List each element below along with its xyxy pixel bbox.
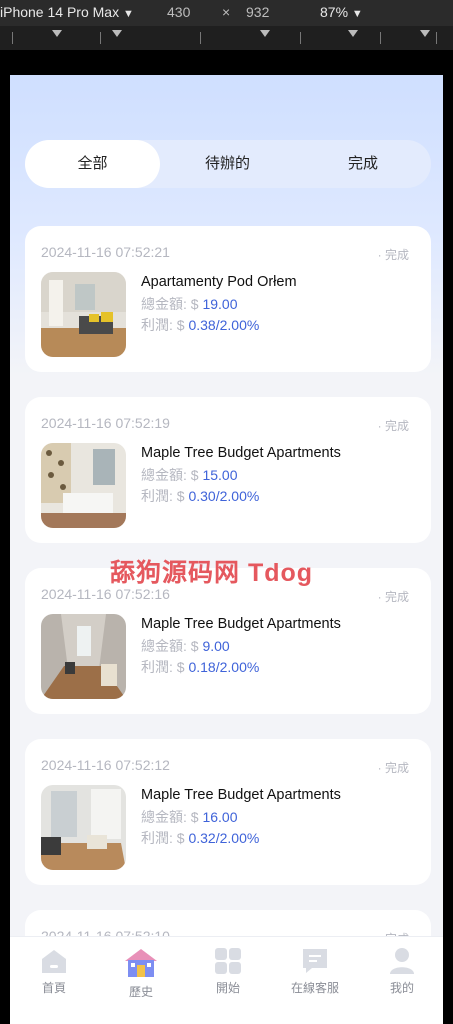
profit-value: 0.38/2.00%	[188, 317, 260, 333]
chat-support-icon	[303, 949, 327, 973]
tab-pending[interactable]: 待辦的	[160, 140, 295, 188]
currency-symbol: $	[176, 659, 185, 675]
currency-symbol: $	[176, 317, 185, 333]
apartment-photo	[41, 272, 126, 357]
profit-row: 利潤: $ 0.38/2.00%	[141, 315, 259, 335]
nav-history[interactable]: 歷史	[101, 947, 181, 1000]
currency-symbol: $	[190, 809, 199, 825]
device-selector[interactable]: iPhone 14 Pro Max ▼	[0, 4, 134, 20]
times-icon: ×	[222, 4, 231, 20]
order-status: · 完成	[377, 590, 409, 604]
order-card[interactable]: 2024-11-16 07:52:12 · 完成 Maple Tree Budg…	[25, 739, 431, 885]
nav-support-label: 在線客服	[290, 981, 339, 995]
device-name: iPhone 14 Pro Max	[0, 4, 120, 20]
order-time: 2024-11-16 07:52:21	[41, 244, 170, 260]
tab-all[interactable]: 全部	[25, 140, 160, 188]
home-icon	[42, 950, 66, 973]
order-status: · 完成	[377, 419, 409, 433]
total-amount: 19.00	[202, 296, 238, 312]
total-amount: 9.00	[202, 638, 230, 654]
nav-start[interactable]: 開始	[188, 947, 268, 996]
bottom-navigation: 首頁 歷史 開始 在線客服 我的	[10, 936, 443, 1024]
order-card[interactable]: 2024-11-16 07:52:19 · 完成 Maple Tree Budg…	[25, 397, 431, 543]
apartment-name: Maple Tree Budget Apartments	[141, 616, 341, 632]
nav-profile-label: 我的	[389, 981, 414, 995]
apartment-name: Maple Tree Budget Apartments	[141, 445, 341, 461]
zoom-selector[interactable]: 87% ▼	[320, 4, 363, 20]
nav-support[interactable]: 在線客服	[275, 947, 355, 996]
viewport-width[interactable]: 430	[167, 4, 190, 20]
total-amount: 16.00	[202, 809, 238, 825]
profit-label: 利潤:	[141, 659, 173, 675]
profile-icon	[390, 948, 414, 974]
order-card[interactable]: 2024-11-16 07:52:21 · 完成 Apartamenty Pod…	[25, 226, 431, 372]
apartment-name: Apartamenty Pod Orłem	[141, 274, 297, 290]
status-tabs: 全部 待辦的 完成	[25, 140, 431, 188]
order-time: 2024-11-16 07:52:12	[41, 757, 170, 773]
order-status: · 完成	[377, 761, 409, 775]
total-amount-row: 總金額: $ 15.00	[141, 465, 238, 485]
devtools-ruler	[0, 26, 453, 50]
total-amount-row: 總金額: $ 19.00	[141, 294, 238, 314]
tab-completed[interactable]: 完成	[295, 140, 431, 188]
total-amount: 15.00	[202, 467, 238, 483]
order-card[interactable]: 2024-11-16 07:52:16 · 完成 Maple Tree Budg…	[25, 568, 431, 714]
total-label: 總金額:	[141, 296, 187, 312]
total-amount-row: 總金額: $ 9.00	[141, 636, 230, 656]
total-label: 總金額:	[141, 638, 187, 654]
profit-value: 0.18/2.00%	[188, 659, 260, 675]
total-label: 總金額:	[141, 467, 187, 483]
nav-profile[interactable]: 我的	[362, 947, 442, 996]
profit-value: 0.32/2.00%	[188, 830, 260, 846]
viewport-height[interactable]: 932	[246, 4, 269, 20]
caret-down-icon: ▼	[122, 8, 134, 20]
profit-row: 利潤: $ 0.32/2.00%	[141, 828, 259, 848]
nav-start-label: 開始	[215, 981, 240, 995]
nav-home-label: 首頁	[41, 981, 66, 995]
apartment-name: Maple Tree Budget Apartments	[141, 787, 341, 803]
profit-row: 利潤: $ 0.18/2.00%	[141, 657, 259, 677]
currency-symbol: $	[190, 467, 199, 483]
nav-history-label: 歷史	[128, 985, 153, 999]
profit-label: 利潤:	[141, 488, 173, 504]
profit-label: 利潤:	[141, 317, 173, 333]
watermark-text: 舔狗源码网 Tdog	[110, 559, 314, 587]
caret-down-icon: ▼	[351, 8, 363, 20]
grid-start-icon	[215, 948, 241, 974]
currency-symbol: $	[190, 296, 199, 312]
apartment-photo	[41, 443, 126, 528]
currency-symbol: $	[190, 638, 199, 654]
devtools-toolbar: iPhone 14 Pro Max ▼ 430 × 932 87% ▼	[0, 0, 453, 26]
profit-row: 利潤: $ 0.30/2.00%	[141, 486, 259, 506]
phone-viewport: 全部 待辦的 完成 2024-11-16 07:52:21 · 完成 Apart…	[10, 75, 443, 1024]
currency-symbol: $	[176, 830, 185, 846]
nav-home[interactable]: 首頁	[14, 947, 94, 996]
zoom-level: 87%	[320, 4, 349, 20]
order-status: · 完成	[377, 248, 409, 262]
total-amount-row: 總金額: $ 16.00	[141, 807, 238, 827]
profit-label: 利潤:	[141, 830, 173, 846]
profit-value: 0.30/2.00%	[188, 488, 260, 504]
total-label: 總金額:	[141, 809, 187, 825]
currency-symbol: $	[176, 488, 185, 504]
apartment-photo	[41, 785, 126, 870]
history-house-icon	[125, 949, 157, 977]
order-time: 2024-11-16 07:52:19	[41, 415, 170, 431]
apartment-photo	[41, 614, 126, 699]
